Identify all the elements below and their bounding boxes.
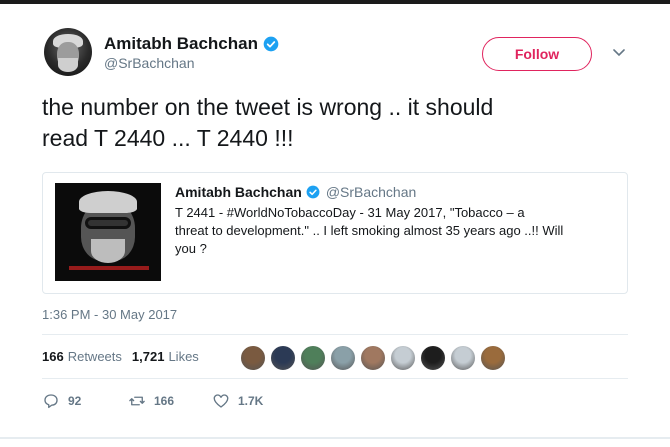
reply-icon xyxy=(44,394,58,409)
avatar-beard xyxy=(58,58,78,72)
verified-badge-icon xyxy=(263,36,279,52)
quote-image-beard xyxy=(91,239,125,263)
bottom-border xyxy=(0,437,670,439)
liker-avatars xyxy=(240,345,506,371)
liker-avatar[interactable] xyxy=(360,345,386,371)
follow-button[interactable]: Follow xyxy=(482,37,592,71)
liker-avatar[interactable] xyxy=(300,345,326,371)
likes-stat[interactable]: 1,721 Likes xyxy=(132,349,199,364)
tweet-text-line: read T 2440 ... T 2440 !!! xyxy=(42,125,294,151)
author-name[interactable]: Amitabh Bachchan xyxy=(104,34,258,54)
retweet-icon xyxy=(129,396,145,406)
verified-badge-icon xyxy=(306,185,320,199)
quoted-author-handle[interactable]: @SrBachchan xyxy=(326,184,416,200)
reply-action[interactable]: 92 xyxy=(42,392,81,410)
liker-avatar[interactable] xyxy=(270,345,296,371)
quoted-tweet-text: T 2441 - #WorldNoTobaccoDay - 31 May 201… xyxy=(175,204,615,258)
liker-avatar[interactable] xyxy=(330,345,356,371)
quoted-text-line: you ? xyxy=(175,241,207,256)
quoted-text-line: threat to development." .. I left smokin… xyxy=(175,223,564,238)
liker-avatar[interactable] xyxy=(480,345,506,371)
retweets-stat[interactable]: 166 Retweets xyxy=(42,349,122,364)
quote-image-caption-strip xyxy=(69,266,149,270)
heart-icon xyxy=(213,394,229,408)
quoted-text-line: T 2441 - #WorldNoTobaccoDay - 31 May 201… xyxy=(175,205,525,220)
quote-image-hair xyxy=(79,191,137,213)
liker-avatar[interactable] xyxy=(450,345,476,371)
quoted-author-name[interactable]: Amitabh Bachchan xyxy=(175,184,302,200)
author-name-row[interactable]: Amitabh Bachchan xyxy=(104,34,279,54)
divider xyxy=(42,334,628,335)
retweets-count: 166 xyxy=(42,349,64,364)
liker-avatar[interactable] xyxy=(240,345,266,371)
reply-count: 92 xyxy=(68,394,82,408)
like-count: 1.7K xyxy=(238,394,264,408)
tweet-timestamp[interactable]: 1:36 PM - 30 May 2017 xyxy=(42,307,177,322)
retweet-count: 166 xyxy=(154,394,175,408)
author-avatar[interactable] xyxy=(44,28,92,76)
like-action[interactable]: 1.7K xyxy=(212,392,263,410)
retweet-action[interactable]: 166 xyxy=(128,392,174,410)
tweet-text: the number on the tweet is wrong .. it s… xyxy=(42,92,632,154)
author-handle[interactable]: @SrBachchan xyxy=(104,55,194,71)
engagement-stats: 166 Retweets 1,721 Likes xyxy=(42,349,199,364)
retweets-label: Retweets xyxy=(67,349,122,364)
liker-avatar[interactable] xyxy=(390,345,416,371)
quote-image-glasses xyxy=(85,217,131,229)
likes-label: Likes xyxy=(168,349,199,364)
divider xyxy=(42,378,628,379)
quoted-author-row[interactable]: Amitabh Bachchan @SrBachchan xyxy=(175,184,416,200)
quoted-tweet-image[interactable] xyxy=(55,183,161,281)
liker-avatar[interactable] xyxy=(420,345,446,371)
tweet-text-line: the number on the tweet is wrong .. it s… xyxy=(42,94,494,120)
top-border xyxy=(0,0,670,4)
chevron-down-icon[interactable] xyxy=(613,48,625,58)
likes-count: 1,721 xyxy=(131,349,165,364)
